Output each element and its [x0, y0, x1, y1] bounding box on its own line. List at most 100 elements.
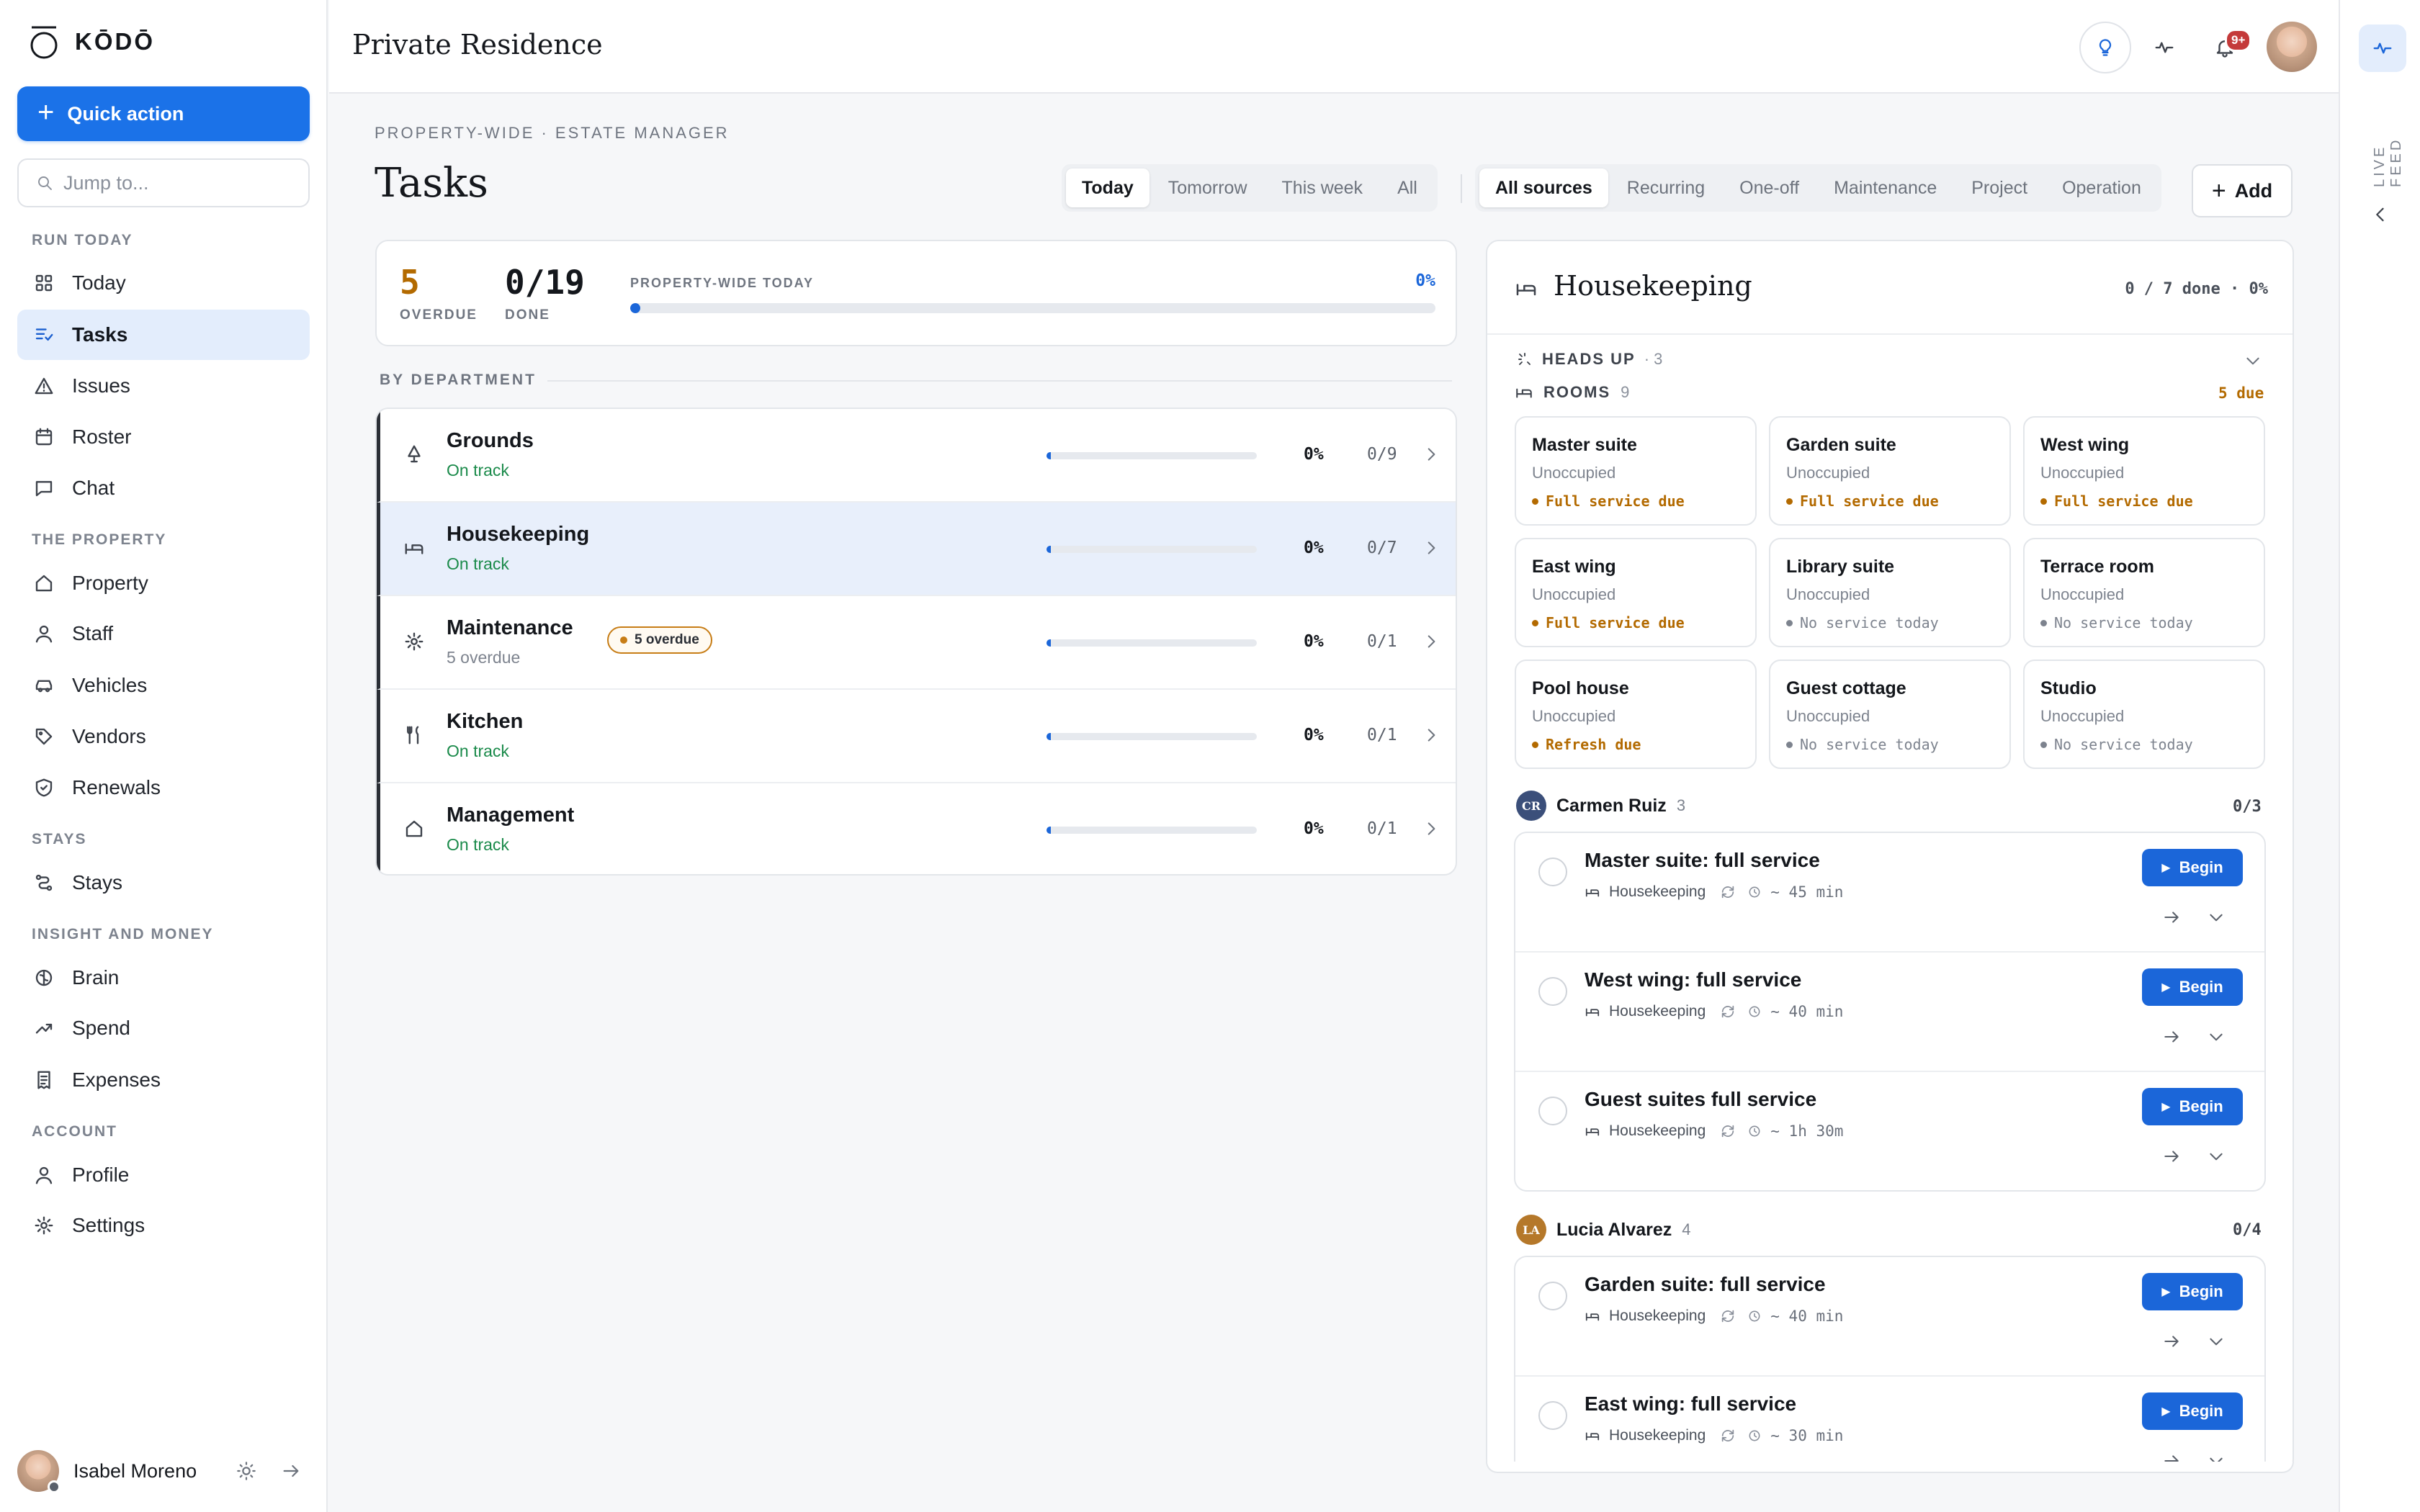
department-row-grounds[interactable]: Grounds On track 0% 0/9 — [377, 409, 1456, 503]
add-task-button[interactable]: + Add — [2192, 164, 2293, 217]
live-feed-label: LIVE FEED — [2372, 137, 2404, 187]
tab-one-off[interactable]: One-off — [1724, 168, 1815, 207]
task-row[interactable]: East wing: full service Housekeeping ~ 3… — [1515, 1377, 2264, 1472]
overdue-count: 5 — [400, 263, 420, 302]
progress-bar-fill — [630, 303, 640, 313]
lightbulb-button[interactable] — [2079, 22, 2131, 73]
section-account: ACCOUNT — [32, 1123, 117, 1140]
nav-vehicles[interactable]: Vehicles — [17, 660, 310, 711]
department-progress-fill — [1047, 546, 1051, 553]
department-row-maintenance[interactable]: Maintenance 5 overdue 5 overdue 0% 0/1 — [377, 596, 1456, 690]
header-avatar[interactable] — [2267, 22, 2317, 72]
begin-button[interactable]: ▶ Begin — [2142, 968, 2243, 1006]
department-row-housekeeping[interactable]: Housekeeping On track 0% 0/7 — [377, 503, 1456, 596]
room-card[interactable]: Studio Unoccupied No service today — [2023, 660, 2265, 769]
arrow-right-icon[interactable] — [2162, 1027, 2181, 1046]
department-row-kitchen[interactable]: Kitchen On track 0% 0/1 — [377, 690, 1456, 783]
room-status: Refresh due — [1532, 736, 1641, 753]
task-checkbox[interactable] — [1538, 1401, 1567, 1430]
avatar — [17, 1450, 60, 1493]
department-status: On track — [447, 742, 509, 760]
progress-label: PROPERTY-WIDE TODAY — [630, 276, 815, 290]
department-row-management[interactable]: Management On track 0% 0/1 — [377, 783, 1456, 874]
sun-icon[interactable] — [236, 1461, 256, 1481]
tab-this-week[interactable]: This week — [1266, 168, 1379, 207]
nav-profile[interactable]: Profile — [17, 1150, 310, 1200]
room-card[interactable]: Terrace room Unoccupied No service today — [2023, 538, 2265, 647]
task-checkbox[interactable] — [1538, 858, 1567, 886]
task-row[interactable]: West wing: full service Housekeeping ~ 4… — [1515, 953, 2264, 1072]
tab-recurring[interactable]: Recurring — [1611, 168, 1721, 207]
task-checkbox[interactable] — [1538, 977, 1567, 1006]
tab-all[interactable]: All — [1381, 168, 1433, 207]
task-row[interactable]: Garden suite: full service Housekeeping … — [1515, 1257, 2264, 1377]
nav-chat[interactable]: Chat — [17, 463, 310, 513]
done-count: 0/19 — [505, 263, 585, 302]
task-title: East wing: full service — [1585, 1392, 1797, 1415]
room-card[interactable]: Guest cottage Unoccupied No service today — [1769, 660, 2011, 769]
nav-issues[interactable]: Issues — [17, 361, 310, 411]
begin-label: Begin — [2179, 1097, 2223, 1115]
tab-all-sources[interactable]: All sources — [1479, 168, 1608, 207]
task-row[interactable]: Guest suites full service Housekeeping ~… — [1515, 1072, 2264, 1190]
task-checkbox[interactable] — [1538, 1282, 1567, 1310]
nav-brain[interactable]: Brain — [17, 953, 310, 1003]
task-row[interactable]: Master suite: full service Housekeeping … — [1515, 833, 2264, 953]
room-card[interactable]: Garden suite Unoccupied Full service due — [1769, 416, 2011, 526]
arrow-right-icon[interactable] — [2162, 908, 2181, 927]
logout-arrow-icon[interactable] — [281, 1461, 301, 1481]
room-card[interactable]: Master suite Unoccupied Full service due — [1515, 416, 1757, 526]
room-card[interactable]: Library suite Unoccupied No service today — [1769, 538, 2011, 647]
chevron-left-icon[interactable] — [2370, 204, 2390, 225]
nav-staff[interactable]: Staff — [17, 608, 310, 659]
department-name: Management — [447, 804, 575, 827]
play-icon: ▶ — [2161, 862, 2171, 874]
nav-expenses[interactable]: Expenses — [17, 1055, 310, 1105]
chevron-down-icon[interactable] — [2244, 351, 2262, 370]
jump-to-search[interactable]: Jump to... — [17, 158, 310, 207]
panel-scroll-mask — [1486, 1472, 2294, 1512]
nav-label: Tasks — [72, 323, 128, 346]
room-card[interactable]: Pool house Unoccupied Refresh due — [1515, 660, 1757, 769]
nav-today[interactable]: Today — [17, 258, 310, 308]
task-checkbox[interactable] — [1538, 1097, 1567, 1125]
calendar-icon — [35, 428, 53, 446]
tab-operation[interactable]: Operation — [2046, 168, 2157, 207]
live-feed-button[interactable] — [2359, 24, 2406, 72]
chevron-down-icon[interactable] — [2207, 1147, 2226, 1166]
arrow-right-icon[interactable] — [2162, 1147, 2181, 1166]
begin-button[interactable]: ▶ Begin — [2142, 1273, 2243, 1310]
heads-up-toggle[interactable]: HEADS UP · 3 — [1516, 350, 1662, 369]
nav-roster[interactable]: Roster — [17, 412, 310, 462]
nav-stays[interactable]: Stays — [17, 858, 310, 908]
activity-button[interactable] — [2138, 22, 2190, 73]
tab-maintenance[interactable]: Maintenance — [1818, 168, 1953, 207]
begin-button[interactable]: ▶ Begin — [2142, 1088, 2243, 1125]
tab-tomorrow[interactable]: Tomorrow — [1152, 168, 1263, 207]
progress-percent: 0% — [1415, 271, 1435, 290]
begin-button[interactable]: ▶ Begin — [2142, 849, 2243, 886]
time-filter-tabs: Today Tomorrow This week All — [1062, 164, 1438, 212]
nav-property[interactable]: Property — [17, 558, 310, 608]
quick-action-button[interactable]: + Quick action — [17, 86, 310, 141]
chevron-down-icon[interactable] — [2207, 908, 2226, 927]
room-card[interactable]: West wing Unoccupied Full service due — [2023, 416, 2265, 526]
nav-settings[interactable]: Settings — [17, 1200, 310, 1251]
status-dot — [2040, 619, 2047, 626]
nav-tasks[interactable]: Tasks — [17, 310, 310, 360]
chevron-down-icon[interactable] — [2207, 1027, 2226, 1046]
tab-today[interactable]: Today — [1066, 168, 1150, 207]
chevron-down-icon[interactable] — [2207, 1332, 2226, 1351]
nav-spend[interactable]: Spend — [17, 1003, 310, 1053]
app-logo[interactable]: KŌDŌ — [29, 23, 155, 60]
begin-button[interactable]: ▶ Begin — [2142, 1392, 2243, 1430]
nav-vendors[interactable]: Vendors — [17, 711, 310, 762]
nav-renewals[interactable]: Renewals — [17, 762, 310, 813]
rooms-header: ROOMS 9 — [1515, 383, 1629, 402]
tab-project[interactable]: Project — [1955, 168, 2043, 207]
notifications-button[interactable]: 9+ — [2199, 22, 2252, 73]
arrow-right-icon[interactable] — [2162, 1332, 2181, 1351]
room-card[interactable]: East wing Unoccupied Full service due — [1515, 538, 1757, 647]
user-profile-row[interactable]: Isabel Moreno — [17, 1446, 310, 1496]
department-name: Grounds — [447, 429, 534, 452]
